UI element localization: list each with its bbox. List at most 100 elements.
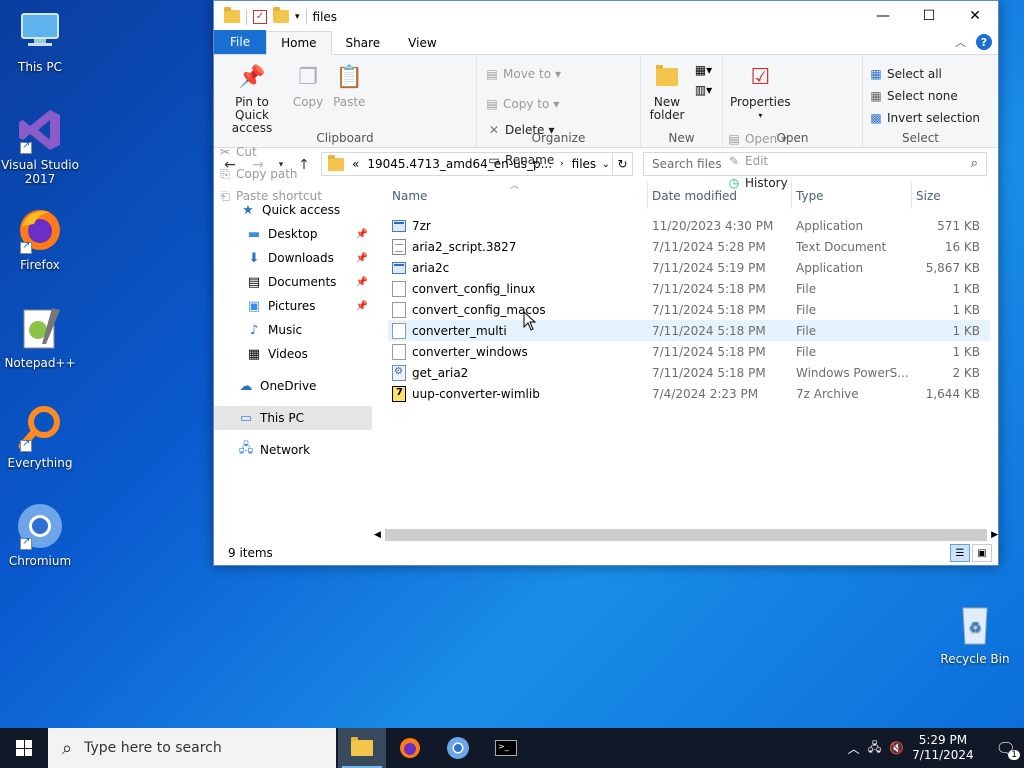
help-icon[interactable]: ? [976, 34, 992, 50]
nav-onedrive[interactable]: ☁ OneDrive [214, 374, 372, 398]
breadcrumb-segment[interactable]: 19045.4713_amd64_en-us_p... [367, 157, 552, 171]
breadcrumb-segment-current[interactable]: files [572, 157, 597, 171]
move-to-button[interactable]: ▤ Move to ▾ [485, 63, 561, 85]
title-bar: ✓ ▾ files — ☐ ✕ [214, 1, 998, 32]
pin-icon[interactable]: 📌 [356, 301, 368, 312]
qat-dropdown-icon[interactable]: ▾ [295, 12, 300, 22]
start-button[interactable] [0, 728, 48, 768]
desktop-icon-notepadpp[interactable]: Notepad++ [0, 304, 80, 370]
address-dropdown-icon[interactable]: ⌄ [602, 159, 610, 170]
column-header-date[interactable]: Date modified [648, 181, 792, 209]
desktop-icon-chromium[interactable]: Chromium [0, 502, 80, 568]
nav-downloads[interactable]: ⬇ Downloads 📌 [214, 246, 372, 270]
column-header-size[interactable]: Size [912, 181, 988, 209]
group-label: Open [776, 131, 809, 145]
tab-home[interactable]: Home [266, 31, 332, 55]
pin-icon[interactable]: 📌 [356, 229, 368, 240]
search-input[interactable]: Search files ⌕ [643, 152, 987, 176]
taskbar-firefox[interactable] [386, 728, 434, 768]
minimize-button[interactable]: — [860, 1, 906, 31]
taskbar-file-explorer[interactable] [338, 728, 386, 768]
clock-time: 5:29 PM [918, 733, 968, 747]
file-row[interactable]: convert_config_macos 7/11/2024 5:18 PM Fil… [388, 299, 990, 320]
new-folder-icon[interactable] [273, 7, 289, 23]
paste-button[interactable]: 📋 Paste [330, 59, 368, 111]
address-bar[interactable]: « 19045.4713_amd64_en-us_p... › files ⌄ … [321, 152, 633, 176]
file-file-icon [392, 301, 406, 318]
copy-to-button[interactable]: ▤ Copy to ▾ [485, 93, 561, 115]
properties-button[interactable]: ☑ Properties ▾ [727, 59, 794, 124]
desktop-icon-this-pc[interactable]: This PC [0, 8, 80, 74]
desktop-icon-recycle-bin[interactable]: ♻ Recycle Bin [935, 600, 1015, 666]
nav-quick-access[interactable]: ★ Quick access [214, 198, 372, 222]
new-folder-button[interactable]: New folder [645, 59, 689, 124]
tray-overflow-chevron-icon[interactable]: ︿ [848, 740, 860, 757]
volume-muted-icon[interactable]: 🔇 [889, 741, 904, 755]
nav-desktop[interactable]: ▬ Desktop 📌 [214, 222, 372, 246]
network-status-icon[interactable]: 🖧 [868, 738, 881, 759]
file-app-icon [392, 219, 406, 232]
refresh-icon[interactable]: ↻ [612, 153, 632, 175]
copy-path-button[interactable]: ⎘ Copy path [218, 163, 322, 185]
file-row[interactable]: 7zr 11/20/2023 4:30 PM Application 571 KB [388, 215, 990, 236]
desktop-icon-visual-studio[interactable]: Visual Studio 2017 [0, 106, 80, 186]
window-title: files [312, 9, 338, 24]
taskbar-chromium[interactable] [434, 728, 482, 768]
copy-button[interactable]: ❐ Copy [290, 59, 326, 111]
file-row[interactable]: convert_config_linux 7/11/2024 5:18 PM Fil… [388, 278, 990, 299]
new-folder-icon [652, 61, 682, 93]
easy-access-icon[interactable]: ▥▾ [695, 83, 712, 97]
taskbar-terminal[interactable]: >_ [482, 728, 530, 768]
properties-check-icon[interactable]: ✓ [253, 9, 267, 24]
nav-videos[interactable]: ▦ Videos [214, 342, 372, 366]
nav-music[interactable]: ♪ Music [214, 318, 372, 342]
nav-network[interactable]: 🖧 Network [214, 438, 372, 462]
file-row[interactable]: uup-converter-wimlib 7/4/2024 2:23 PM 7z A… [388, 383, 990, 404]
file-row[interactable]: converter_windows 7/11/2024 5:18 PM File 1 … [388, 341, 990, 362]
taskbar-search-box[interactable]: ⌕ Type here to search [48, 728, 336, 768]
column-header-type[interactable]: Type [792, 181, 912, 209]
select-none-button[interactable]: ▦ Select none [869, 85, 980, 107]
new-item-icon[interactable]: ▦▾ [695, 63, 712, 77]
desktop-icon-firefox[interactable]: Firefox [0, 206, 80, 272]
tab-view[interactable]: View [394, 32, 450, 54]
close-button[interactable]: ✕ [952, 1, 998, 31]
video-icon: ▦ [247, 346, 261, 362]
pin-to-quick-access-button[interactable]: 📌 Pin to Quick access [218, 59, 286, 137]
file-type: File [796, 281, 817, 296]
collapse-ribbon-icon[interactable]: ︿ [955, 34, 966, 50]
nav-documents[interactable]: ▤ Documents 📌 [214, 270, 372, 294]
clock[interactable]: 5:29 PM 7/11/2024 [912, 733, 974, 763]
details-view-icon[interactable]: ☰ [950, 544, 970, 562]
select-all-button[interactable]: ▦ Select all [869, 63, 980, 85]
scroll-left-icon[interactable]: ◀ [374, 530, 381, 540]
scroll-right-icon[interactable]: ▶ [991, 530, 998, 540]
chromium-icon [16, 502, 64, 550]
pin-icon[interactable]: 📌 [356, 253, 368, 264]
tab-file[interactable]: File [214, 30, 267, 54]
breadcrumb-overflow[interactable]: « [352, 157, 359, 171]
scrollbar-thumb[interactable] [384, 528, 988, 541]
computer-icon [16, 8, 64, 56]
copy-icon: ❐ [298, 64, 318, 90]
invert-selection-button[interactable]: ▩ Invert selection [869, 107, 980, 129]
tab-share[interactable]: Share [332, 32, 395, 54]
desktop-icon-everything[interactable]: Everything [0, 404, 80, 470]
firefox-icon [400, 738, 420, 758]
file-row[interactable]: get_aria2 7/11/2024 5:18 PM Windows PowerS… [388, 362, 990, 383]
nav-pictures[interactable]: ▣ Pictures 📌 [214, 294, 372, 318]
maximize-button[interactable]: ☐ [906, 1, 952, 31]
file-row[interactable]: aria2_script.3827 7/11/2024 5:28 PM Text D… [388, 236, 990, 257]
pin-icon[interactable]: 📌 [356, 277, 368, 288]
file-type: Windows PowerS... [796, 365, 909, 380]
computer-icon: ▭ [239, 410, 253, 426]
nav-this-pc[interactable]: ▭ This PC [214, 406, 372, 430]
desktop-icon-label: This PC [18, 60, 62, 74]
file-ps-icon [392, 364, 406, 381]
file-row[interactable]: aria2c 7/11/2024 5:19 PM Application 5,867 … [388, 257, 990, 278]
notification-center-icon[interactable]: 🗨 1 [996, 739, 1020, 760]
file-row[interactable]: converter_multi 7/11/2024 5:18 PM File 1 KB [388, 320, 990, 341]
large-icons-view-icon[interactable]: ▣ [972, 544, 992, 562]
taskbar: ⌕ Type here to search >_ ︿ 🖧 🔇 5:29 PM 7… [0, 728, 1024, 768]
file-rows: 7zr 11/20/2023 4:30 PM Application 571 KB ar… [388, 215, 990, 404]
